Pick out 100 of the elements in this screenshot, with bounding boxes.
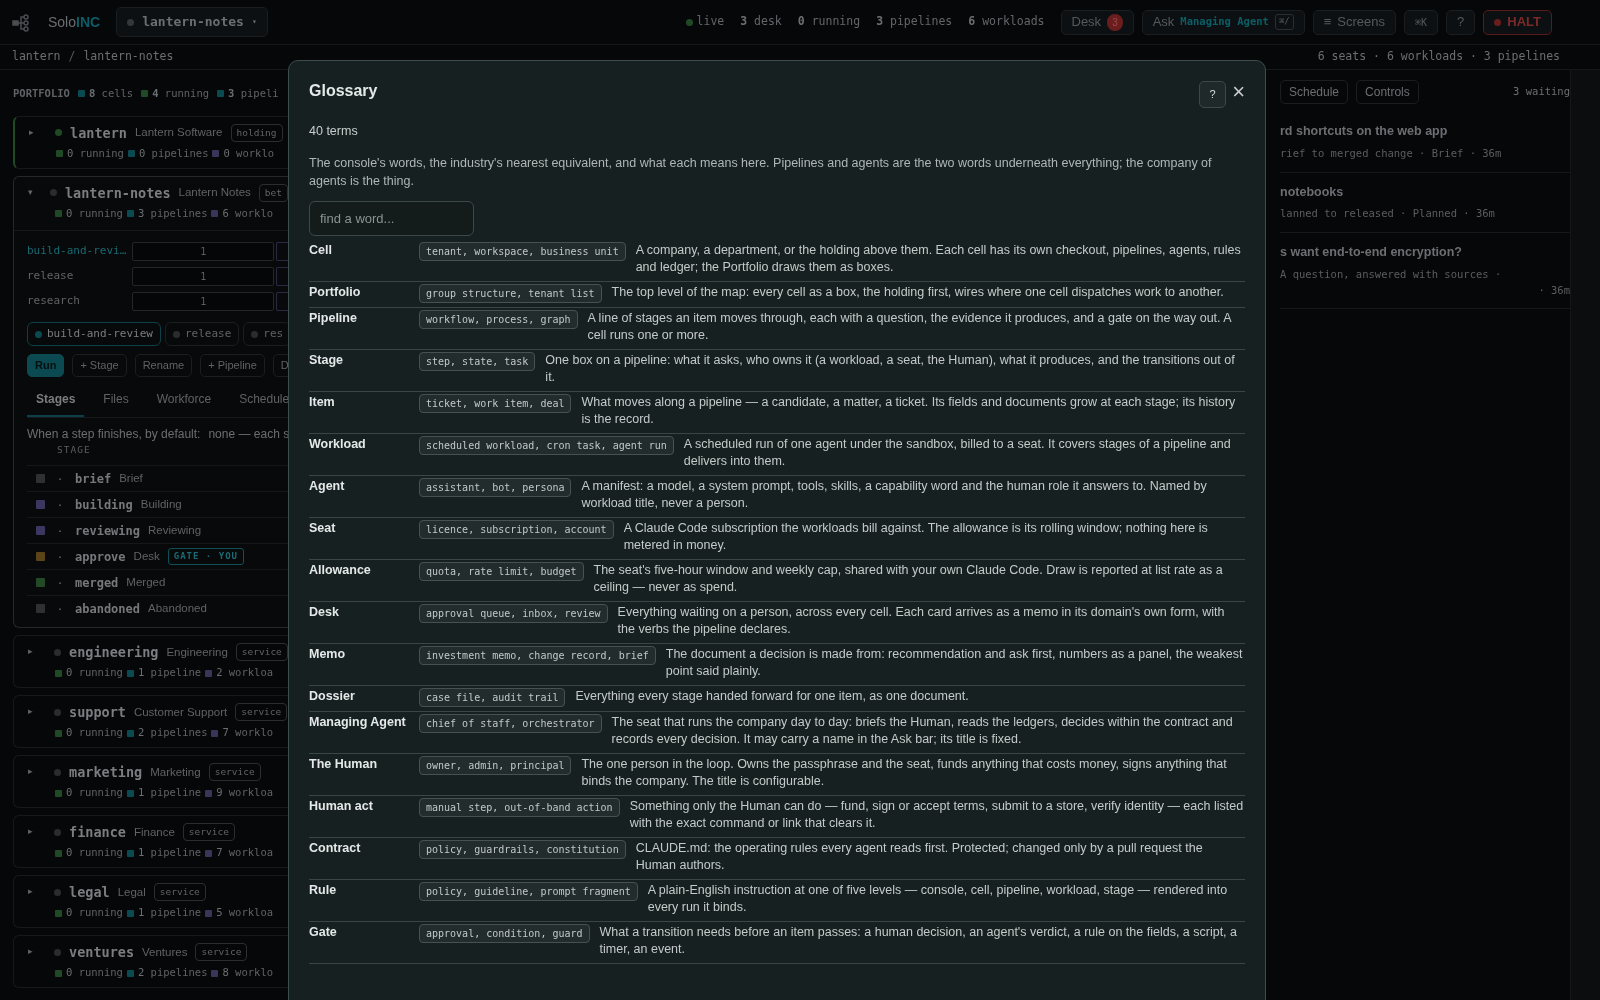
queue-item-title[interactable]: rd shortcuts on the web app [1280, 122, 1570, 141]
breadcrumb-link[interactable]: lantern [12, 48, 61, 66]
caret-icon[interactable]: ▸ [28, 765, 46, 779]
close-button[interactable]: × [1226, 81, 1245, 103]
term-definition: The seat's five-hour window and weekly cap, shared with your own Claude Code. Draw is reported at list rate as a ceiling — never as spend. [593, 561, 1224, 597]
help-button[interactable]: ? [1199, 81, 1227, 108]
term-name: Managing Agent [309, 713, 407, 731]
term-name: Desk [309, 603, 340, 621]
stat-text: 1 pipeline [137, 665, 202, 681]
screens-button[interactable]: ≡ Screens [1312, 9, 1396, 35]
setting-label: When a step finishes, by default: [27, 425, 201, 443]
cell-name: ventures [69, 943, 135, 962]
pipeline-name[interactable]: release [27, 268, 133, 285]
synonym-tag: chief of staff, orchestrator [419, 713, 602, 733]
term-name: Pipeline [309, 309, 358, 327]
stat-text: 1 pipeline [137, 785, 202, 801]
tab[interactable]: Schedule [1280, 80, 1349, 104]
status-dot [55, 129, 62, 137]
term-definition: A Claude Code subscription the workloads bill against. The allowance is its rolling window; nothing here is metered in money. [623, 519, 1209, 555]
pipeline-name[interactable]: research [27, 293, 133, 310]
caret-icon[interactable]: ▸ [28, 945, 46, 959]
queue-item-meta: rief to merged change · Brief · 36m [1280, 145, 1503, 161]
term-definition: The seat that runs the company day to day: briefs the Human, reads the ledgers, decides within the contract and records every decision. It may carry a name in the Ask bar; its title is fixed. [611, 713, 1234, 749]
term-name: Memo [309, 645, 347, 663]
cell-name: legal [69, 883, 110, 902]
tab[interactable]: Files [94, 384, 138, 417]
stat-text: 3 pipeli [228, 86, 279, 101]
dialog-title: Glossary [309, 81, 379, 101]
term-definition: One box on a pipeline: what it asks, who owns it (a workload, a seat, the Human), what it produces, and the transitions out of it. [545, 351, 1236, 387]
caret-icon[interactable]: ▸ [28, 825, 46, 839]
stat-text: 0 pipelines [138, 146, 209, 161]
cell-title: Legal [117, 884, 146, 900]
ask-button[interactable]: Ask Managing Agent ⌘/ [1141, 9, 1305, 35]
action-button[interactable]: + Stage [72, 354, 127, 377]
cell-tag: service [208, 763, 261, 782]
shortcut-button[interactable]: ⌘K [1404, 9, 1439, 35]
term-definition: A scheduled run of one agent under the sandbox, billed to a seat. It covers stages of a pipeline and delivers into them. [683, 435, 1232, 471]
pipeline-name[interactable]: build-and-revi… [27, 243, 133, 260]
stat-text: 0 running [66, 845, 123, 861]
status-dot [54, 828, 61, 836]
caret-icon[interactable]: ▾ [28, 186, 42, 200]
queue-item-title[interactable]: notebooks [1280, 182, 1570, 202]
drag-handle-icon[interactable]: · [53, 546, 67, 567]
status-dot [54, 708, 61, 716]
synonym-tag: step, state, task [419, 351, 536, 371]
caret-icon[interactable]: ▸ [28, 885, 46, 899]
setting-value[interactable]: none — each s [208, 424, 288, 443]
term-definition: A manifest: a model, a system prompt, tools, skills, a capability word and the human role it answers to. Named by workload title, never a person. [581, 477, 1208, 513]
stage-label: Reviewing [148, 522, 202, 538]
synonym-tag: workflow, process, graph [419, 309, 578, 329]
synonym-tag: group structure, tenant list [419, 283, 602, 303]
count-field[interactable]: 1 [132, 241, 275, 261]
search-field[interactable]: find a word... [309, 200, 474, 236]
count-field[interactable]: 1 [132, 266, 275, 286]
summary-text: 6 seats · 6 workloads · 3 pipelines [1317, 48, 1560, 66]
drag-handle-icon[interactable]: · [53, 598, 67, 619]
drag-handle-icon[interactable]: · [53, 572, 67, 593]
help-button[interactable]: ? [1446, 9, 1476, 35]
tab[interactable]: Controls [1356, 80, 1419, 104]
term-name: Cell [309, 241, 333, 259]
drag-handle-icon[interactable]: · [53, 494, 67, 515]
pipeline-chip[interactable]: release [164, 321, 240, 347]
term-name: Portfolio [309, 283, 362, 301]
cell-title: Finance [133, 824, 175, 840]
cell-title: Engineering [166, 644, 228, 660]
caret-icon[interactable]: ▸ [28, 705, 46, 719]
term-definition: A line of stages an item moves through, each with a question, the evidence it produces, and a gate on the way out. A cell runs one or more. [587, 309, 1233, 345]
caret-icon[interactable]: ▸ [29, 126, 47, 140]
tab[interactable]: Stages [27, 384, 85, 417]
stat-text: 8 worklo [222, 965, 274, 981]
stat-text: 0 running [66, 785, 123, 801]
term-count: 40 terms [309, 123, 359, 140]
cell-tag: service [235, 643, 288, 662]
project-selector[interactable]: lantern-notes ▾ [116, 7, 268, 37]
status-count: 0 running [797, 13, 861, 31]
tab[interactable]: Schedule [230, 384, 288, 417]
queue-item-title[interactable]: s want end-to-end encryption? [1280, 243, 1570, 262]
stage-name: abandoned [75, 600, 141, 618]
stage-label: Building [140, 496, 182, 512]
breadcrumb-link[interactable]: lantern-notes [83, 48, 174, 66]
stat-text: 7 workloa [216, 845, 274, 861]
action-button[interactable]: + Pipeline [200, 354, 265, 377]
count-field[interactable]: 1 [132, 291, 275, 311]
drag-handle-icon[interactable]: · [53, 468, 67, 489]
pipeline-chip[interactable]: build-and-review [27, 321, 161, 347]
stat-text: 0 running [66, 206, 123, 221]
halt-button[interactable]: HALT [1483, 9, 1552, 35]
term-definition: What a transition needs before an item passes: a human decision, an agent's verdict, a rule on the fields, a script, a timer, an event. [599, 923, 1238, 959]
caret-icon[interactable]: ▸ [28, 645, 46, 659]
stat-text: 0 running [66, 905, 123, 921]
cell-title: Marketing [150, 764, 201, 780]
tab[interactable]: Workforce [147, 384, 221, 417]
action-button[interactable]: Rename [134, 354, 193, 377]
cell-tag: service [182, 823, 235, 842]
drag-handle-icon[interactable]: · [53, 520, 67, 541]
action-button[interactable]: Run [27, 354, 65, 377]
synonym-tag: policy, guideline, prompt fragment [419, 881, 638, 901]
cell-tag: holding [230, 123, 283, 142]
term-definition: Everything waiting on a person, across every cell. Each card arrives as a memo in its domain's own form, with the verbs the pipeline declares. [617, 603, 1226, 639]
queue-item-meta: lanned to released · Planned · 36m [1280, 206, 1496, 222]
